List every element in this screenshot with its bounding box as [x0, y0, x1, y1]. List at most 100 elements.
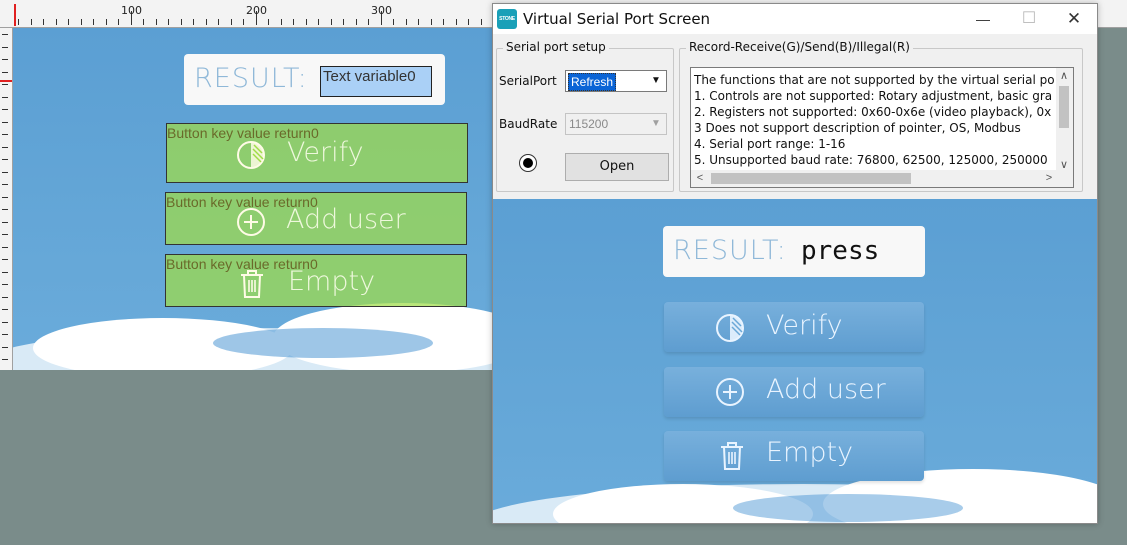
- ruler-tick: [468, 19, 469, 25]
- ruler-tick: [2, 96, 8, 98]
- chevron-down-icon[interactable]: ▼: [648, 73, 664, 89]
- minimize-button[interactable]: —: [960, 4, 1006, 34]
- serial-port-select[interactable]: Refresh ▼: [565, 70, 667, 92]
- half-shield-icon: [237, 141, 265, 169]
- ruler-tick: [393, 19, 394, 25]
- stone-app-icon: STONE: [497, 9, 517, 29]
- ruler-tick: [143, 19, 144, 25]
- ruler-tick: [355, 19, 357, 25]
- ruler-tick: [18, 19, 19, 25]
- ruler-tick: [2, 296, 8, 298]
- close-button[interactable]: ✕: [1051, 4, 1097, 34]
- button-label: Add user: [766, 374, 886, 405]
- result-box: RESULT: Text variable0: [184, 54, 445, 105]
- ruler-tick: [68, 19, 69, 25]
- ruler-tick: [243, 19, 244, 25]
- ruler-tick: [168, 19, 169, 25]
- baud-rate-label: BaudRate: [499, 117, 558, 131]
- ruler-tick: [443, 19, 444, 25]
- result-value: press: [801, 236, 880, 266]
- ruler-tick: [330, 19, 332, 25]
- log-line: The functions that are not supported by …: [694, 73, 1055, 87]
- ruler-tick: [205, 19, 207, 25]
- design-canvas[interactable]: RESULT: Text variable0 Verify Button key…: [13, 28, 493, 370]
- serial-port-value: Refresh: [568, 73, 617, 91]
- ruler-tick: [430, 19, 432, 25]
- ruler-tick: [193, 19, 194, 25]
- half-shield-icon: [716, 314, 744, 342]
- scroll-thumb[interactable]: [1059, 86, 1069, 128]
- cloud-shadow: [213, 328, 433, 358]
- ruler-tick: [55, 19, 57, 25]
- ruler-tick: [2, 246, 8, 248]
- ruler-tick: [368, 19, 369, 25]
- ruler-tick: [280, 19, 282, 25]
- ruler-tick: [2, 234, 8, 235]
- log-line: 2. Registers not supported: 0x60-0x6e (v…: [694, 105, 1052, 119]
- ruler-tick: [2, 171, 8, 173]
- ruler-tick: [2, 184, 8, 185]
- serial-port-setup-group: Serial port setup SerialPort Refresh ▼ B…: [496, 40, 674, 192]
- button-label: Verify: [766, 310, 843, 341]
- ruler-tick: [2, 84, 8, 85]
- button-overlay-empty[interactable]: Empty Button key value return0: [165, 254, 467, 307]
- scroll-corner: [1056, 170, 1073, 187]
- ruler-tick: [2, 359, 8, 360]
- empty-button[interactable]: Empty: [664, 431, 924, 481]
- title-bar[interactable]: STONE Virtual Serial Port Screen — ☐ ✕: [493, 4, 1097, 34]
- scroll-right-icon[interactable]: >: [1042, 172, 1056, 184]
- ruler-tick: [2, 196, 8, 198]
- ruler-tick: [2, 109, 8, 110]
- ruler-tick: [343, 19, 344, 25]
- log-line: 1. Controls are not supported: Rotary ad…: [694, 89, 1053, 103]
- scroll-thumb[interactable]: [711, 173, 911, 184]
- ruler-tick: [80, 19, 82, 25]
- ruler-tick: [2, 59, 8, 60]
- ruler-tick: [2, 309, 8, 310]
- record-log[interactable]: The functions that are not supported by …: [690, 67, 1074, 188]
- log-line: 5. Unsupported baud rate: 76800, 62500, …: [694, 153, 1048, 167]
- plus-circle-icon: [716, 378, 744, 406]
- result-label: RESULT:: [673, 235, 787, 266]
- ruler-tick: [43, 19, 44, 25]
- ruler-tick: [2, 321, 8, 323]
- scroll-up-icon[interactable]: ∧: [1057, 69, 1071, 82]
- trash-icon: [241, 270, 263, 298]
- simulated-screen[interactable]: RESULT: press Verify Add user Empty: [493, 199, 1097, 523]
- ruler-tick: [405, 19, 407, 25]
- result-box: RESULT: press: [663, 226, 925, 277]
- overlay-caption: Button key value return0: [166, 194, 318, 210]
- button-overlay-add-user[interactable]: Add user Button key value return0: [165, 192, 467, 245]
- ruler-tick: [93, 19, 94, 25]
- ruler-tick: [2, 146, 8, 148]
- text-variable-field[interactable]: Text variable0: [320, 66, 432, 97]
- ruler-tick: [2, 46, 8, 48]
- plus-circle-icon: [237, 208, 265, 236]
- group-title: Record-Receive(G)/Send(B)/Illegal(R): [686, 40, 913, 54]
- ruler-tick: [2, 284, 8, 285]
- log-line: 3 Does not support description of pointe…: [694, 121, 1021, 135]
- result-label: RESULT:: [194, 63, 308, 94]
- overlay-caption: Button key value return0: [167, 125, 319, 141]
- scroll-left-icon[interactable]: <: [693, 172, 707, 184]
- trash-icon: [721, 442, 743, 470]
- virtual-serial-port-window[interactable]: STONE Virtual Serial Port Screen — ☐ ✕ S…: [492, 3, 1098, 524]
- ruler-label-100: 100: [121, 4, 142, 17]
- verify-button[interactable]: Verify: [664, 302, 924, 352]
- button-label: Verify: [287, 137, 364, 168]
- vertical-scrollbar[interactable]: ∧ ∨: [1056, 68, 1073, 172]
- button-overlay-verify[interactable]: Verify Button key value return0: [166, 123, 468, 183]
- ruler-tick: [2, 71, 8, 73]
- horizontal-scrollbar[interactable]: < >: [691, 170, 1058, 187]
- open-button[interactable]: Open: [565, 153, 669, 181]
- ruler-tick: [2, 271, 8, 273]
- ruler-tick: [318, 19, 319, 25]
- baud-rate-select: 115200 ▼: [565, 113, 667, 135]
- chevron-down-icon: ▼: [651, 118, 661, 129]
- serial-port-label: SerialPort: [499, 74, 557, 88]
- ruler-tick: [218, 19, 219, 25]
- ruler-tick: [480, 19, 482, 25]
- add-user-button[interactable]: Add user: [664, 367, 924, 417]
- maximize-button[interactable]: ☐: [1006, 4, 1052, 34]
- window-title: Virtual Serial Port Screen: [523, 10, 711, 28]
